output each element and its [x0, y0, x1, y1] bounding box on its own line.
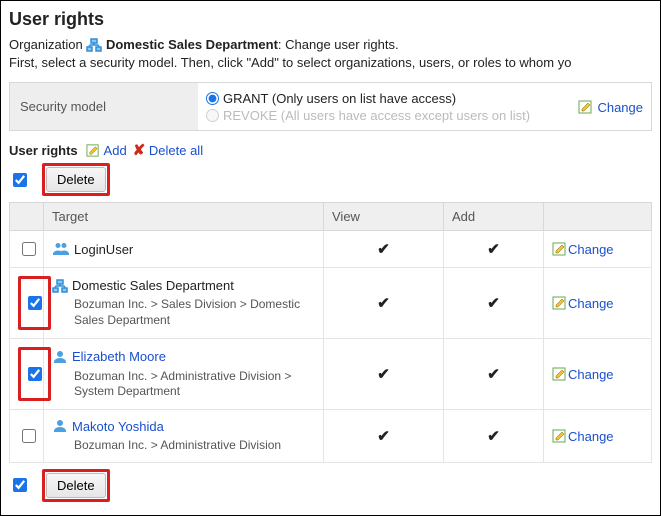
- org-icon: [86, 37, 106, 52]
- change-text: Change: [568, 429, 614, 444]
- add-text: Add: [104, 143, 127, 158]
- table-header-row: Target View Add: [10, 203, 652, 231]
- group-icon: [52, 241, 70, 257]
- select-all-top[interactable]: [13, 173, 27, 187]
- breadcrumb: Bozuman Inc. > Sales Division > Domestic…: [74, 297, 315, 328]
- change-text: Change: [568, 367, 614, 382]
- view-check: ✔: [377, 428, 390, 445]
- breadcrumb: Bozuman Inc. > Administrative Division: [74, 438, 315, 454]
- user-icon: [52, 418, 68, 434]
- security-model-label: Security model: [10, 83, 198, 130]
- change-row-link[interactable]: Change: [552, 429, 614, 444]
- edit-icon: [578, 100, 598, 115]
- view-check: ✔: [377, 241, 390, 258]
- target-link[interactable]: Makoto Yoshida: [72, 419, 164, 434]
- target-link[interactable]: Elizabeth Moore: [72, 349, 166, 364]
- change-security-link[interactable]: Change: [578, 99, 643, 115]
- delete-all-text: Delete all: [149, 143, 203, 158]
- grant-radio[interactable]: [206, 92, 219, 105]
- revoke-text: REVOKE (All users have access except use…: [223, 108, 530, 123]
- rights-section-header: User rights Add ✘ Delete all: [9, 141, 652, 159]
- col-change: [544, 203, 652, 231]
- org-name: Domestic Sales Department: [106, 37, 278, 52]
- delete-bar-top: Delete: [9, 163, 652, 196]
- row-checkbox[interactable]: [28, 367, 42, 381]
- user-icon: [52, 349, 68, 365]
- action-sentence: : Change user rights.: [278, 37, 399, 52]
- edit-icon: [552, 242, 568, 257]
- revoke-radio: [206, 109, 219, 122]
- change-row-link[interactable]: Change: [552, 296, 614, 311]
- breadcrumb: Bozuman Inc. > Administrative Division >…: [74, 369, 315, 400]
- change-security-text: Change: [597, 100, 643, 115]
- target-name: Domestic Sales Department: [72, 278, 234, 293]
- change-row-link[interactable]: Change: [552, 242, 614, 257]
- row-checkbox[interactable]: [28, 296, 42, 310]
- org-label: Organization: [9, 37, 83, 52]
- instructions: First, select a security model. Then, cl…: [9, 54, 652, 72]
- change-row-link[interactable]: Change: [552, 367, 614, 382]
- col-target: Target: [44, 203, 324, 231]
- edit-icon: [552, 429, 568, 444]
- intro-block: Organization Domestic Sales Department: …: [9, 36, 652, 72]
- edit-icon: [552, 296, 568, 311]
- table-row: LoginUser ✔ ✔ Change: [10, 231, 652, 268]
- page-title: User rights: [9, 9, 652, 30]
- revoke-option: REVOKE (All users have access except use…: [206, 107, 578, 124]
- add-icon: [86, 143, 104, 158]
- rights-label: User rights: [9, 143, 78, 158]
- select-all-bottom[interactable]: [13, 478, 27, 492]
- grant-text: GRANT (Only users on list have access): [223, 91, 456, 106]
- delete-button-bottom[interactable]: Delete: [46, 473, 106, 498]
- view-check: ✔: [377, 366, 390, 383]
- target-name: LoginUser: [74, 242, 133, 257]
- table-row: Domestic Sales Department Bozuman Inc. > …: [10, 268, 652, 339]
- add-check: ✔: [487, 295, 500, 312]
- org-icon: [52, 278, 68, 293]
- delete-icon: ✘: [133, 142, 146, 159]
- delete-button-top[interactable]: Delete: [46, 167, 106, 192]
- row-checkbox[interactable]: [22, 242, 36, 256]
- add-link[interactable]: Add: [86, 143, 127, 158]
- col-view: View: [324, 203, 444, 231]
- grant-option[interactable]: GRANT (Only users on list have access): [206, 90, 578, 107]
- delete-all-link[interactable]: ✘ Delete all: [133, 141, 203, 159]
- security-model-box: Security model GRANT (Only users on list…: [9, 82, 652, 131]
- row-checkbox[interactable]: [22, 429, 36, 443]
- table-row: Elizabeth Moore Bozuman Inc. > Administra…: [10, 339, 652, 410]
- add-check: ✔: [487, 428, 500, 445]
- delete-bar-bottom: Delete: [9, 469, 652, 502]
- edit-icon: [552, 367, 568, 382]
- table-row: Makoto Yoshida Bozuman Inc. > Administrat…: [10, 410, 652, 463]
- add-check: ✔: [487, 366, 500, 383]
- add-check: ✔: [487, 241, 500, 258]
- change-text: Change: [568, 242, 614, 257]
- view-check: ✔: [377, 295, 390, 312]
- change-text: Change: [568, 296, 614, 311]
- rights-table: Target View Add LoginUser✔✔ChangeDomesti…: [9, 202, 652, 463]
- col-add: Add: [444, 203, 544, 231]
- col-checkbox: [10, 203, 44, 231]
